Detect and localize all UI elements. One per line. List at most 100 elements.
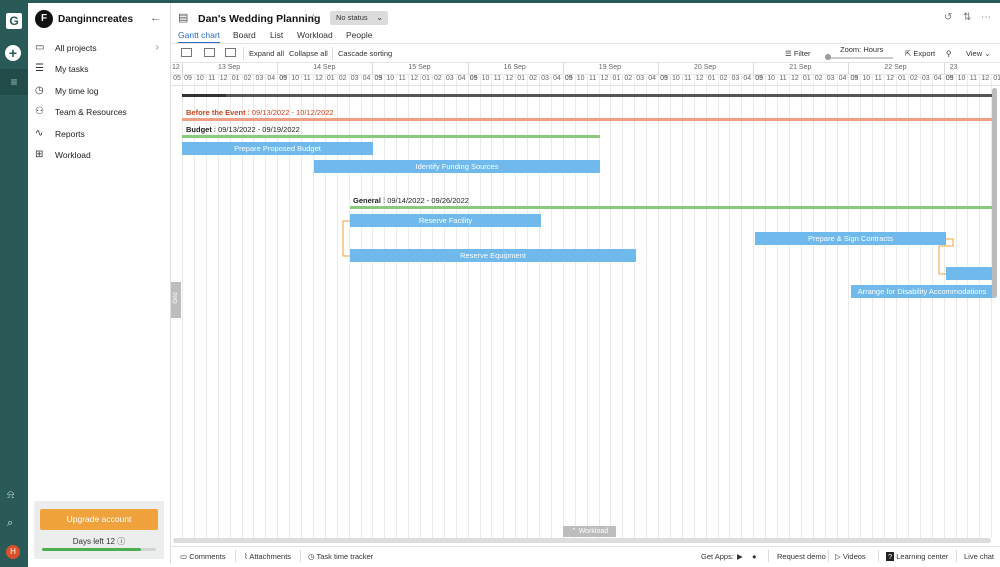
horizontal-scrollbar[interactable] [173, 538, 991, 543]
dependency-links [342, 220, 954, 275]
tab-list[interactable]: List [270, 30, 283, 40]
grid-handle-label: Grid [173, 292, 179, 304]
tab-people[interactable]: People [346, 30, 372, 40]
divider [956, 550, 957, 562]
sort-icon[interactable]: ⇅ [963, 12, 971, 23]
folder-icon: ▭ [35, 42, 45, 53]
sidebar-item-label: All projects [55, 43, 97, 53]
status-dropdown[interactable]: No status ⌄ [330, 11, 388, 25]
chart-icon: ∿ [35, 128, 44, 139]
sidebar-item-label: My time log [55, 86, 99, 96]
dependency-link[interactable] [342, 220, 350, 257]
dependency-link[interactable] [938, 238, 954, 275]
clock-icon: ◷ [35, 85, 44, 96]
get-apps-label: Get Apps: [701, 552, 734, 561]
expand-all-button[interactable]: Expand all [249, 49, 284, 58]
search-icon[interactable]: ⌕ [7, 517, 13, 530]
export-button[interactable]: ⇱ Export [905, 49, 935, 58]
grid-panel-handle[interactable]: Grid [171, 282, 181, 318]
info-icon[interactable]: ⓘ [117, 537, 125, 546]
comment-icon: ▭ [180, 552, 188, 561]
zoom-label: Zoom: Hours [840, 45, 884, 54]
days-left-progress-fill [42, 548, 142, 551]
videos-link[interactable]: ▷ Videos [835, 552, 866, 561]
sidebar-item-reports[interactable]: ∿ Reports [35, 126, 165, 144]
divider [300, 550, 301, 562]
zoom-slider[interactable] [827, 57, 893, 59]
collapse-all-button[interactable]: Collapse all [289, 49, 328, 58]
menu-icon[interactable]: ≡ [0, 69, 28, 95]
video-icon: ▷ [835, 552, 841, 561]
apple-icon[interactable]: ● [752, 552, 757, 561]
collapse-arrow-icon[interactable]: ← [150, 12, 161, 24]
divider [243, 47, 244, 60]
tab-workload[interactable]: Workload [297, 30, 333, 40]
live-chat-link[interactable]: Live chat [964, 552, 994, 561]
filter-label: Filter [793, 49, 811, 58]
avatar[interactable]: H [6, 545, 20, 559]
page-title[interactable]: Dan's Wedding Planning [198, 13, 320, 25]
help-icon: ? [886, 552, 895, 561]
learning-center-link[interactable]: ? Learning center [886, 552, 948, 561]
create-plus-icon[interactable]: + [5, 45, 21, 61]
history-icon[interactable]: ↺ [944, 12, 952, 23]
export-label: Export [913, 49, 936, 58]
sidebar-item-my-tasks[interactable]: ☰ My tasks [35, 61, 165, 79]
sidebar-item-my-time-log[interactable]: ◷ My time log [35, 83, 165, 101]
vertical-scrollbar[interactable] [992, 88, 997, 298]
videos-label: Videos [842, 552, 866, 561]
checklist-icon: ☰ [35, 63, 44, 74]
sidebar-item-all-projects[interactable]: ▭ All projects › [35, 40, 165, 58]
settings-icon[interactable]: ⚲ [946, 49, 952, 58]
more-icon[interactable]: ⋯ [981, 12, 991, 23]
star-icon[interactable]: ☆ [308, 11, 319, 25]
comments-button[interactable]: ▭ Comments [180, 552, 225, 561]
gantt-chart-area[interactable]: 12 13 Sep 14 Sep 15 Sep 16 Sep 19 Sep 20 Sep 21… [171, 63, 1000, 538]
divider [332, 47, 333, 60]
view-dropdown[interactable]: View ⌄ [966, 49, 991, 58]
sidebar-item-workload[interactable]: ⊞ Workload [35, 147, 165, 165]
workload-tab-label: Workload [578, 528, 609, 535]
sidebar-item-label: Reports [55, 129, 85, 139]
footer-bar: ▭ Comments ⌇ Attachments ◷ Task time tra… [171, 546, 1000, 565]
sidebar-item-label: Team & Resources [55, 107, 127, 117]
cascade-sorting-button[interactable]: Cascade sorting [338, 49, 392, 58]
upgrade-button[interactable]: Upgrade account [40, 509, 158, 530]
workspace-name[interactable]: Danginncreates [58, 14, 133, 25]
tab-gantt-chart[interactable]: Gantt chart [178, 30, 221, 44]
app-logo[interactable]: G [6, 13, 22, 29]
attachments-label: Attachments [249, 552, 292, 561]
sidebar: F Danginncreates ← ▭ All projects › ☰ My… [28, 3, 171, 564]
calendar-icon[interactable] [204, 48, 215, 57]
timer-icon: ◷ [308, 552, 315, 561]
chevron-down-icon: ⌄ [376, 13, 383, 22]
baseline-icon[interactable] [225, 48, 236, 57]
days-left-text: Days left 12 ⓘ [34, 536, 164, 547]
request-demo-link[interactable]: Request demo [777, 552, 826, 561]
divider [235, 550, 236, 562]
sidebar-item-label: My tasks [55, 64, 89, 74]
divider [828, 550, 829, 562]
notifications-icon[interactable]: ⍾ [7, 489, 14, 502]
comments-label: Comments [189, 552, 226, 561]
zoom-slider-handle[interactable] [825, 54, 831, 60]
sidebar-item-team-resources[interactable]: ⚇ Team & Resources [35, 104, 165, 122]
grid-toggle-icon[interactable] [181, 48, 192, 57]
gantt-toolbar: Expand all Collapse all Cascade sorting … [171, 43, 1000, 63]
chevron-down-icon: ⌄ [984, 49, 991, 58]
filter-button[interactable]: ☰ Filter [785, 49, 811, 58]
workload-panel-tab[interactable]: ⌃ Workload [563, 526, 616, 537]
attachment-icon: ⌇ [244, 552, 248, 561]
attachments-button[interactable]: ⌇ Attachments [244, 552, 291, 561]
time-tracker-label: Task time tracker [316, 552, 374, 561]
google-play-icon[interactable]: ▶ [737, 552, 743, 561]
upgrade-panel: Upgrade account Days left 12 ⓘ [34, 501, 164, 559]
tab-board[interactable]: Board [233, 30, 256, 40]
divider [768, 550, 769, 562]
learning-center-label: Learning center [896, 552, 949, 561]
chevron-up-icon: ⌃ [570, 528, 577, 535]
divider [878, 550, 879, 562]
time-tracker-button[interactable]: ◷ Task time tracker [308, 552, 373, 561]
chevron-right-icon: › [155, 42, 159, 53]
team-icon: ⚇ [35, 106, 44, 117]
